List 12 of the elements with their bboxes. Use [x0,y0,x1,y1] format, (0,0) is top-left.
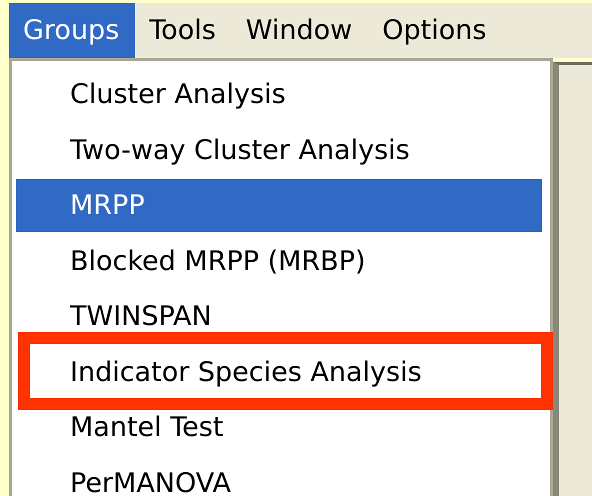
menu-item[interactable]: MRPP [16,179,542,232]
menu-item[interactable]: Cluster Analysis [16,68,542,122]
menu-item[interactable]: Mantel Test [16,401,542,454]
menu-item[interactable]: Two-way Cluster Analysis [16,124,542,177]
menu-bar-item[interactable]: Tools [135,3,232,58]
menu-item[interactable]: Indicator Species Analysis [16,346,542,399]
menu-bar-item[interactable]: Window [232,3,368,58]
menu-bar-item[interactable]: Groups [9,3,136,58]
menu-item[interactable]: Blocked MRPP (MRBP) [16,234,542,288]
menu-item[interactable]: PerMANOVA [16,456,542,496]
menu-bar-item[interactable]: Options [368,3,502,58]
menu-item[interactable]: TWINSPAN [16,290,542,344]
